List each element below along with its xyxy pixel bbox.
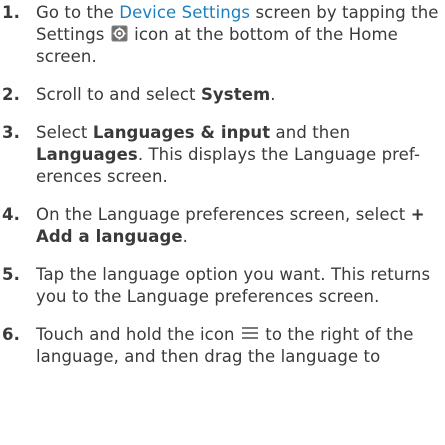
step-text: On the Language preferences screen, sele… <box>36 205 411 224</box>
step-text: Touch and hold the icon <box>36 325 240 344</box>
step-number: 2. <box>2 85 20 104</box>
device-settings-link[interactable]: Device Settings <box>119 3 250 22</box>
step-text: and then <box>270 123 351 142</box>
step-text: . <box>182 227 189 246</box>
step-number: 6. <box>2 325 20 344</box>
step-text: Go to the <box>36 3 120 22</box>
step-2: 2. Scroll to and select System. <box>0 84 445 106</box>
step-text: Scroll to and select <box>36 85 201 104</box>
languages-option: Languages <box>36 145 138 164</box>
instruction-list: 1. Go to the Device Settings screen by t… <box>0 2 445 384</box>
step-number: 1. <box>2 3 20 22</box>
system-option: System <box>200 85 271 104</box>
step-4: 4. On the Language preferences screen, s… <box>0 204 445 248</box>
step-text: . <box>270 85 276 104</box>
step-number: 4. <box>2 205 20 224</box>
step-text: Tap the language option you want. This r… <box>36 265 431 306</box>
drag-handle-icon <box>241 324 258 339</box>
settings-icon <box>111 25 128 42</box>
step-text: Select <box>36 123 93 142</box>
step-number: 5. <box>2 265 20 284</box>
languages-input-option: Languages & input <box>92 123 271 142</box>
step-1: 1. Go to the Device Settings screen by t… <box>0 2 445 68</box>
step-3: 3. Select Languages & input and then Lan… <box>0 122 445 188</box>
step-6: 6. Touch and hold the icon to the right … <box>0 324 445 368</box>
step-number: 3. <box>2 123 20 142</box>
step-5: 5. Tap the language option you want. Thi… <box>0 264 445 308</box>
